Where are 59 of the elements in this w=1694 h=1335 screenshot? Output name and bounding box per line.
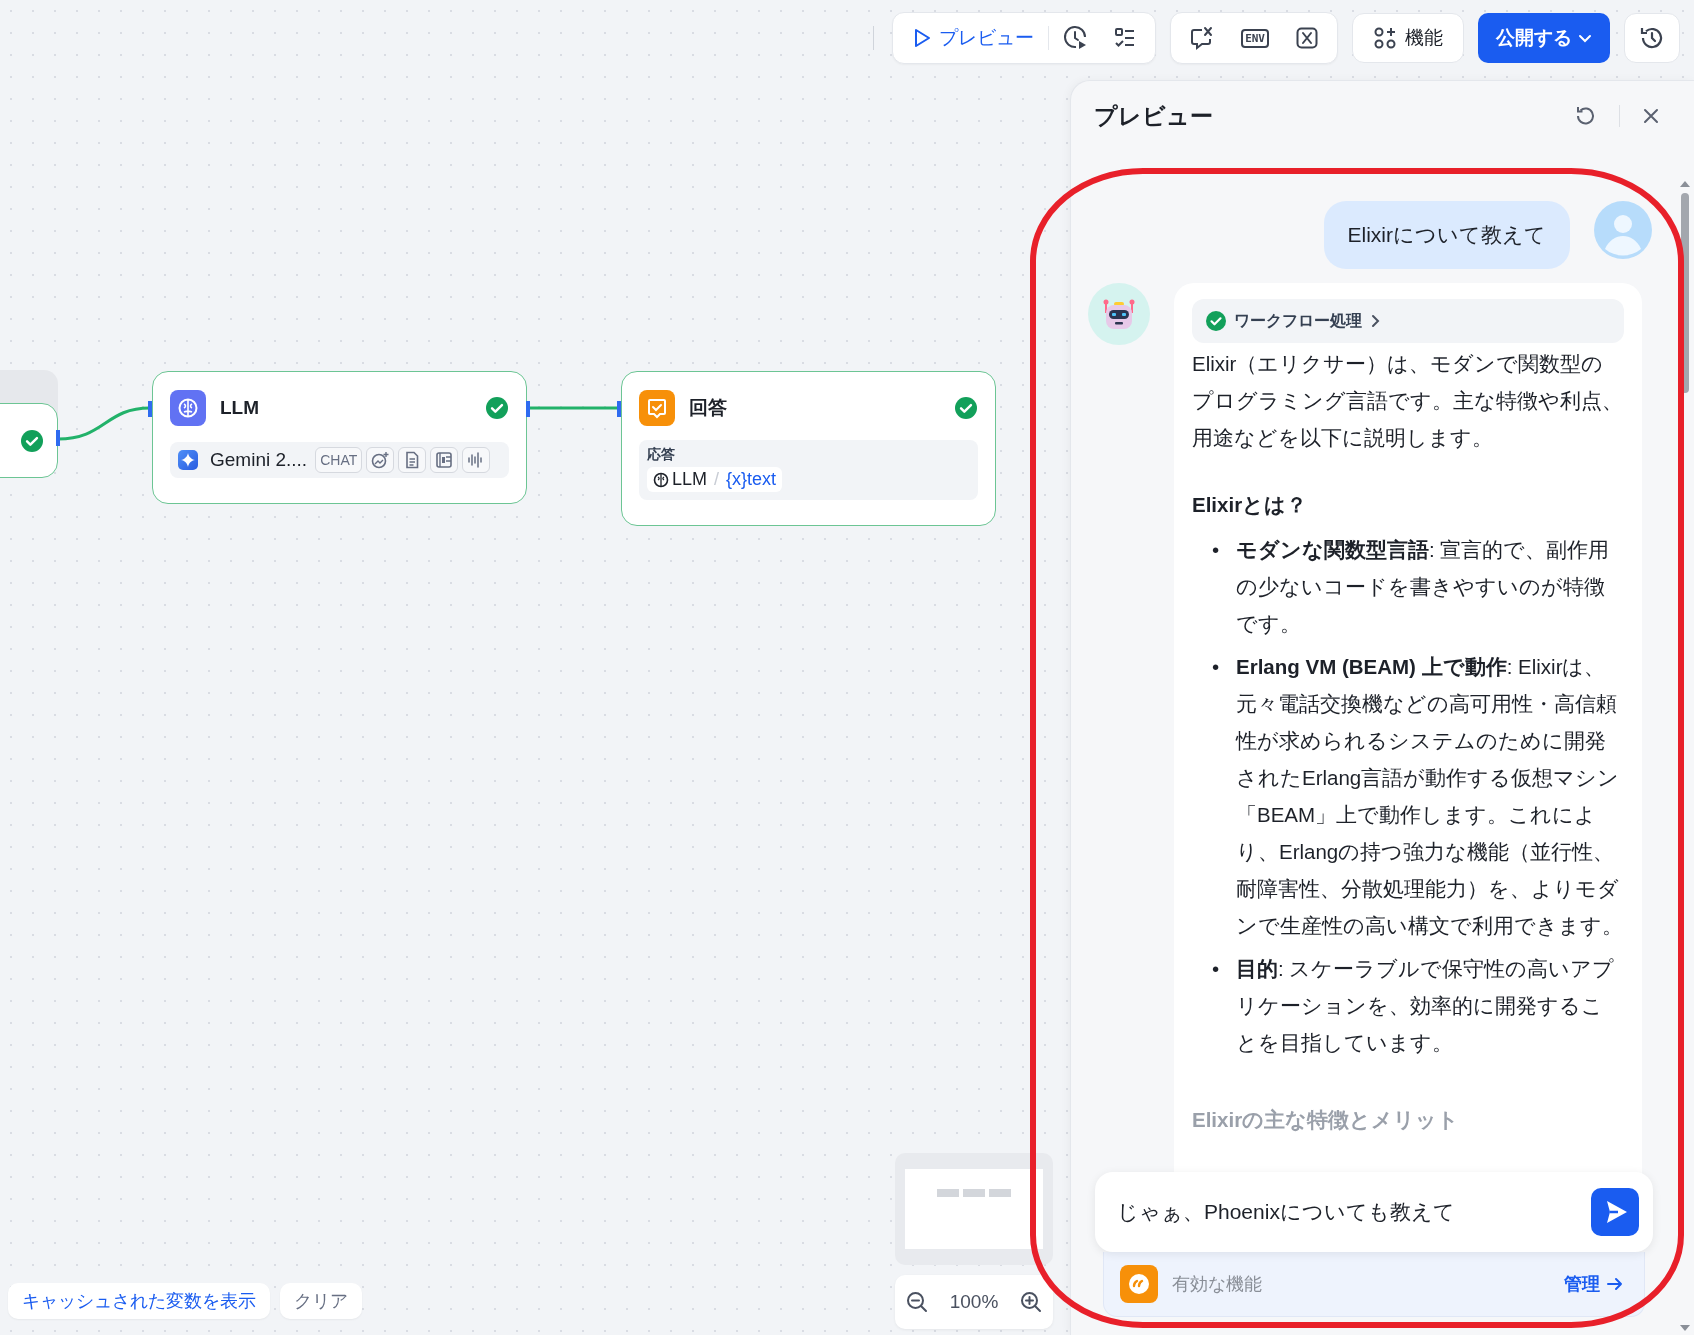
clear-button[interactable]: クリア — [280, 1283, 362, 1319]
show-cached-variables-button[interactable]: キャッシュされた変数を表示 — [8, 1283, 270, 1319]
apps-icon — [1373, 26, 1397, 50]
node-title: LLM — [220, 397, 261, 419]
zoom-in-icon — [1020, 1291, 1043, 1313]
film-icon — [435, 451, 454, 469]
close-icon — [1642, 107, 1660, 125]
image-icon — [371, 451, 390, 469]
zoom-in-button[interactable] — [1020, 1291, 1043, 1313]
user-avatar-icon — [1594, 201, 1652, 259]
message-field[interactable]: じゃぁ、Phoenixについても教えて — [1095, 1172, 1653, 1252]
chevron-right-icon — [1370, 314, 1382, 328]
message-heading: Elixirとは？ — [1192, 492, 1309, 518]
list-item: Erlang VM (BEAM) 上で動作: Elixirは、元々電話交換機などの高可用性・高信頼性が求められるシステムのために開発されたErlang言語が動作する仮想マシン「BEAM」上で動作します。これにより、Erlangの持つ強力な機能（並行性、耐障害性、分散処理能力）を、よりモダンで生産性の高い構文で利用できます。 — [1236, 654, 1624, 939]
bullet: • — [1212, 956, 1221, 982]
variable-icon — [1295, 26, 1319, 50]
field-label: 応答 — [647, 446, 676, 464]
panel-title: プレビュー — [1094, 101, 1214, 131]
env-button[interactable]: ENV — [1241, 28, 1269, 48]
model-tag: CHAT — [315, 447, 363, 473]
list-item: 目的: スケーラブルで保守性の高いアプリケーションを、効率的に開発することを目指しています。 — [1236, 956, 1616, 1056]
model-selector[interactable]: Gemini 2.... CHAT — [170, 442, 509, 478]
quote-icon — [1120, 1265, 1158, 1303]
workflow-node[interactable]: LLM Gemini 2.... CHAT — [152, 371, 527, 504]
version-history-button[interactable] — [1624, 13, 1680, 63]
node-title: 回答 — [689, 396, 728, 420]
variable-reference: LLM / {x}text — [647, 467, 783, 492]
message-paragraph: Elixir（エリクサー）は、モダンで関数型のプログラミング言語です。主な特徴や利点、用途などを以下に説明します。 — [1192, 351, 1624, 451]
preview-button[interactable]: プレビュー — [901, 19, 1045, 57]
message-heading: Elixirの主な特徴とメリット — [1192, 1107, 1461, 1134]
arrow-right-icon — [1606, 1275, 1624, 1293]
zoom-out-button[interactable] — [905, 1291, 928, 1313]
robot-avatar-icon — [1088, 283, 1150, 345]
connector-handle[interactable] — [526, 401, 530, 417]
workflow-node[interactable]: 回答 応答 LLM / {x}text — [621, 371, 996, 526]
user-message: Elixirについて教えて — [1323, 201, 1570, 269]
connector-handle[interactable] — [56, 430, 60, 446]
bullet: • — [1212, 654, 1221, 680]
manage-link[interactable]: 管理 — [1564, 1272, 1624, 1296]
bullet: • — [1212, 537, 1221, 563]
brain-icon — [653, 471, 669, 488]
history-icon — [1639, 25, 1665, 51]
send-icon — [1591, 1188, 1639, 1236]
features-label: 有効な機能 — [1172, 1273, 1263, 1296]
send-button[interactable] — [1591, 1188, 1639, 1236]
model-name: Gemini 2.... — [210, 449, 308, 471]
connector-handle[interactable] — [617, 401, 621, 417]
connector-handle[interactable] — [148, 401, 152, 417]
zoom-out-icon — [905, 1291, 928, 1313]
publish-button[interactable]: 公開する — [1478, 13, 1610, 63]
features-button[interactable]: 機能 — [1352, 13, 1464, 63]
workflow-process-toggle[interactable]: ワークフロー処理 — [1192, 299, 1624, 343]
list-item: モダンな関数型言語: 宣言的で、副作用の少ないコードを書きやすいのが特徴です。 — [1236, 537, 1611, 637]
zoom-level: 100% — [949, 1291, 999, 1313]
chat-check-icon — [639, 390, 675, 426]
brain-icon — [170, 390, 206, 426]
sparkle-icon — [178, 450, 198, 470]
workflow-node[interactable] — [0, 403, 58, 478]
message-input[interactable]: じゃぁ、Phoenixについても教えて — [1115, 1199, 1591, 1225]
